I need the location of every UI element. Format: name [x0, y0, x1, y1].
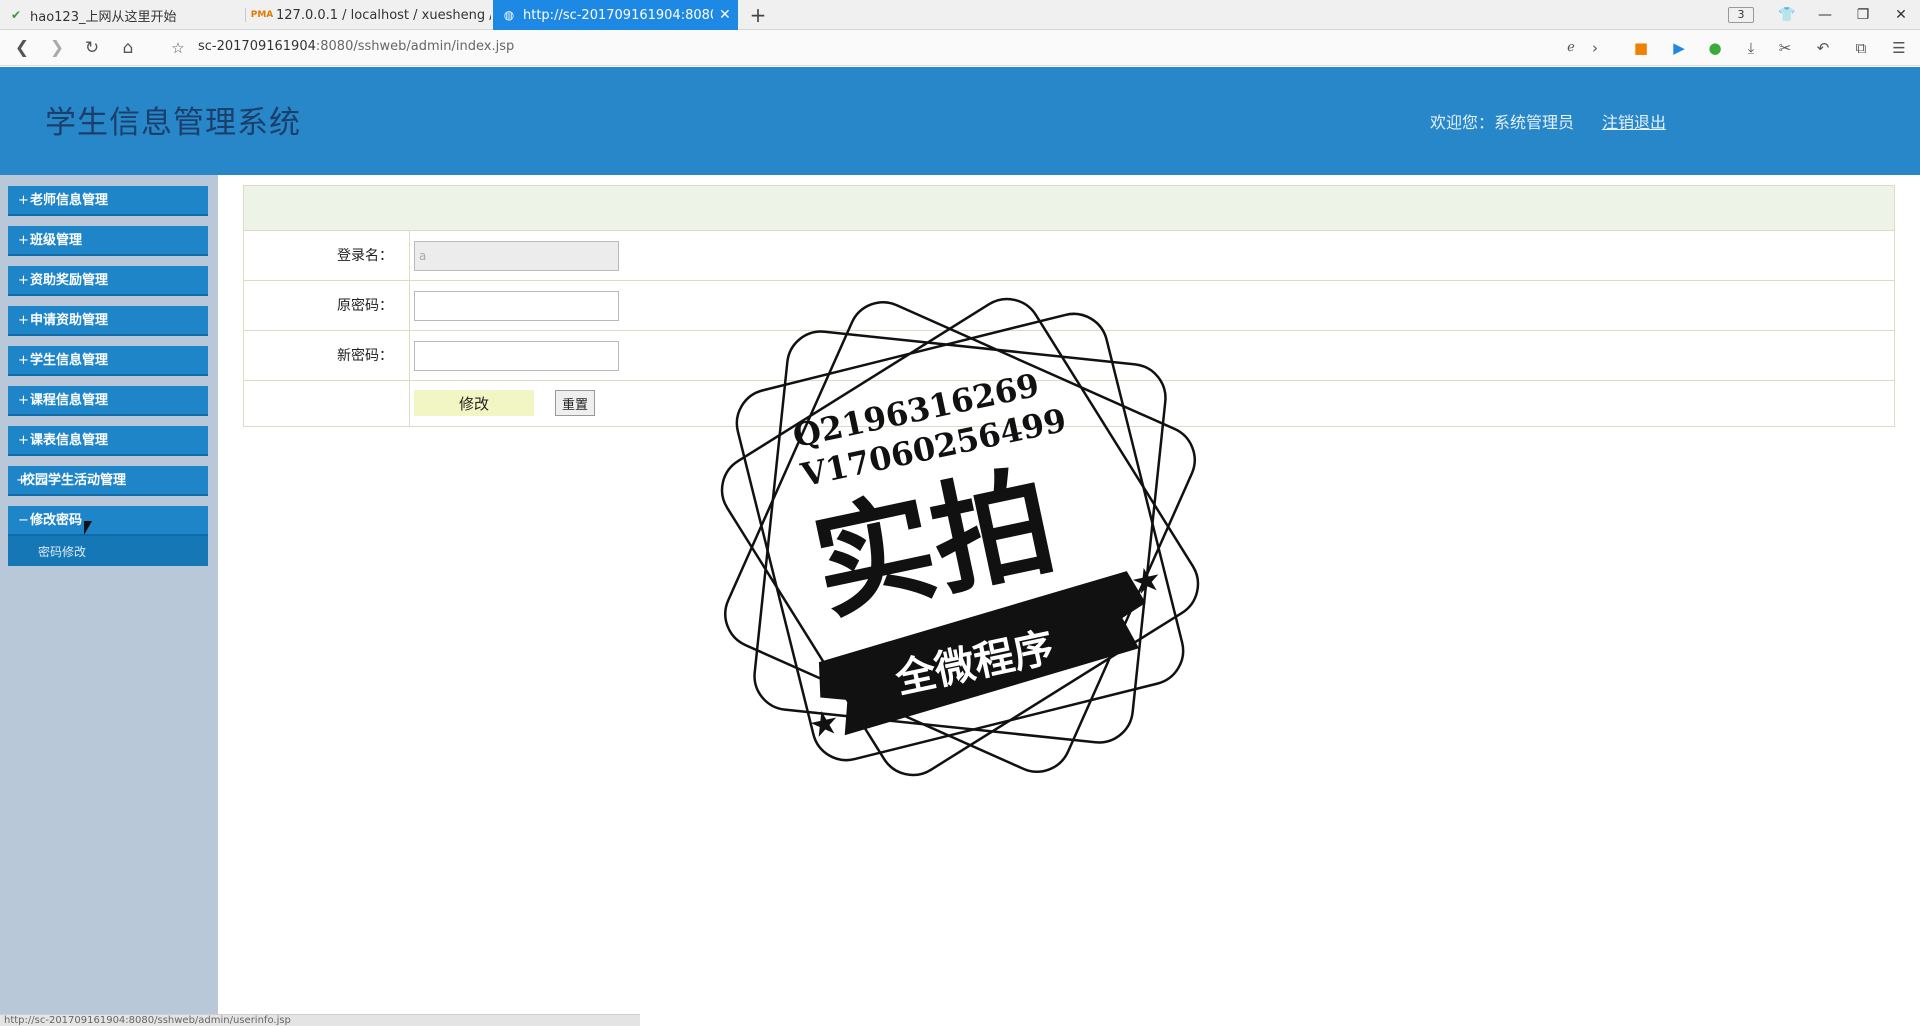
status-bar: http://sc-201709161904:8080/sshweb/admin… [0, 1014, 640, 1026]
form-row-new-password: 新密码： [244, 331, 1894, 381]
sidebar-item-label: 课程信息管理 [30, 393, 109, 408]
tab-title: hao123_上网从这里开始 [30, 9, 177, 25]
chevron-right-icon[interactable]: › [1584, 37, 1606, 59]
collapse-icon: − [18, 513, 29, 528]
form-row-login: 登录名： [244, 231, 1894, 281]
video-icon[interactable]: ■ [1630, 37, 1652, 59]
window-close-button[interactable]: ✕ [1882, 0, 1920, 30]
sidebar-item-label: 课表信息管理 [30, 433, 109, 448]
new-password-field[interactable] [414, 341, 619, 371]
expand-icon: + [18, 233, 29, 248]
mouse-cursor-icon [84, 521, 92, 535]
undo-icon[interactable]: ↶ [1812, 37, 1834, 59]
form-row-old-password: 原密码： [244, 281, 1894, 331]
reload-icon[interactable]: ↻ [80, 36, 104, 60]
back-icon[interactable]: ❮ [10, 36, 34, 60]
minimize-button[interactable]: — [1806, 0, 1844, 30]
submenu-item-password-edit[interactable]: 密码修改 [38, 543, 86, 560]
actions-label-cell [244, 381, 410, 426]
expand-icon: + [18, 313, 29, 328]
submit-button[interactable]: 修改 [414, 390, 534, 416]
url-host: sc-201709161904 [198, 39, 316, 54]
sidebar-item-teacher-info[interactable]: +老师信息管理 [8, 186, 208, 216]
sidebar-item-label: 资助奖励管理 [30, 273, 109, 288]
extensions-icon[interactable]: ⧉ [1850, 37, 1872, 59]
new-tab-button[interactable]: + [746, 3, 770, 27]
old-password-field[interactable] [414, 291, 619, 321]
sidebar-item-change-password[interactable]: −修改密码 [8, 506, 208, 536]
tab-title: http://sc-201709161904:8080/ssh [523, 7, 713, 23]
tab-title: 127.0.0.1 / localhost / xuesheng / t [276, 7, 491, 23]
home-icon[interactable]: ⌂ [116, 36, 140, 60]
app-title: 学生信息管理系统 [45, 105, 301, 141]
welcome-text: 欢迎您：系统管理员 [1430, 113, 1575, 132]
form-header-bar [244, 186, 1894, 231]
logout-link[interactable]: 注销退出 [1602, 109, 1666, 133]
reset-button[interactable]: 重置 [555, 390, 595, 416]
restore-button[interactable]: ❐ [1844, 0, 1882, 30]
sidebar-item-label: 校园学生活动管理 [22, 473, 127, 488]
old-password-label: 原密码： [244, 281, 410, 330]
address-bar: ❮ ❯ ↻ ⌂ ☆ sc-201709161904:8080/sshweb/ad… [0, 30, 1920, 66]
sidebar-item-label: 老师信息管理 [30, 193, 109, 208]
url-field[interactable]: sc-201709161904:8080/sshweb/admin/index.… [198, 39, 514, 54]
sidebar-item-label: 班级管理 [30, 233, 83, 248]
sidebar-item-class[interactable]: +班级管理 [8, 226, 208, 256]
skin-icon[interactable]: 👕 [1768, 0, 1806, 30]
sidebar-item-label: 学生信息管理 [30, 353, 109, 368]
expand-icon: + [18, 193, 29, 208]
login-name-field [414, 241, 619, 271]
menu-icon[interactable]: ☰ [1888, 37, 1910, 59]
browser-tab-active[interactable]: ◍ http://sc-201709161904:8080/ssh ✕ [493, 0, 738, 30]
password-form: 登录名： 原密码： 新密码： 修改 重置 [243, 185, 1895, 427]
expand-icon: + [18, 433, 29, 448]
download-icon[interactable]: ⤓ [1740, 37, 1762, 59]
sidebar-item-student-info[interactable]: +学生信息管理 [8, 346, 208, 376]
login-name-label: 登录名： [244, 231, 410, 280]
sidebar-item-funding-application[interactable]: +申请资助管理 [8, 306, 208, 336]
sidebar-item-label: 申请资助管理 [30, 313, 109, 328]
browser-tab-bar: ✔ hao123_上网从这里开始 PMA 127.0.0.1 / localho… [0, 0, 1920, 30]
expand-icon: + [18, 393, 29, 408]
sidebar-item-campus-activity[interactable]: +校园学生活动管理 [8, 466, 208, 496]
sidebar: +老师信息管理 +班级管理 +资助奖励管理 +申请资助管理 +学生信息管理 +课… [0, 175, 218, 1026]
close-tab-icon[interactable]: ✕ [719, 7, 731, 23]
url-path: :8080/sshweb/admin/index.jsp [315, 39, 515, 54]
ie-mode-icon[interactable]: ℯ [1560, 37, 1582, 59]
sidebar-item-course-info[interactable]: +课程信息管理 [8, 386, 208, 416]
phpmyadmin-icon: PMA [250, 10, 274, 20]
main-content: 登录名： 原密码： 新密码： 修改 重置 [218, 175, 1920, 1026]
submenu-change-password: 密码修改 [8, 536, 208, 566]
browser-tab[interactable]: PMA 127.0.0.1 / localhost / xuesheng / t [246, 0, 491, 30]
sidebar-item-funding-reward[interactable]: +资助奖励管理 [8, 266, 208, 296]
form-row-actions: 修改 重置 [244, 381, 1894, 426]
sidebar-item-label: 修改密码 [30, 513, 83, 528]
expand-icon: + [18, 273, 29, 288]
play-icon[interactable]: ▶ [1668, 37, 1690, 59]
bookmark-star-icon[interactable]: ☆ [166, 36, 190, 60]
sidebar-item-timetable-info[interactable]: +课表信息管理 [8, 426, 208, 456]
hao123-icon: ✔ [10, 8, 22, 22]
app-header: 学生信息管理系统 欢迎您：系统管理员 注销退出 [0, 67, 1920, 175]
globe-icon: ◍ [503, 8, 515, 22]
forward-icon[interactable]: ❯ [45, 36, 69, 60]
browser-tab[interactable]: ✔ hao123_上网从这里开始 [0, 0, 245, 30]
expand-icon: + [18, 353, 29, 368]
wechat-icon[interactable]: ● [1704, 37, 1726, 59]
tab-count-badge[interactable]: 3 [1728, 7, 1754, 23]
scissors-icon[interactable]: ✂ [1774, 37, 1796, 59]
new-password-label: 新密码： [244, 331, 410, 380]
